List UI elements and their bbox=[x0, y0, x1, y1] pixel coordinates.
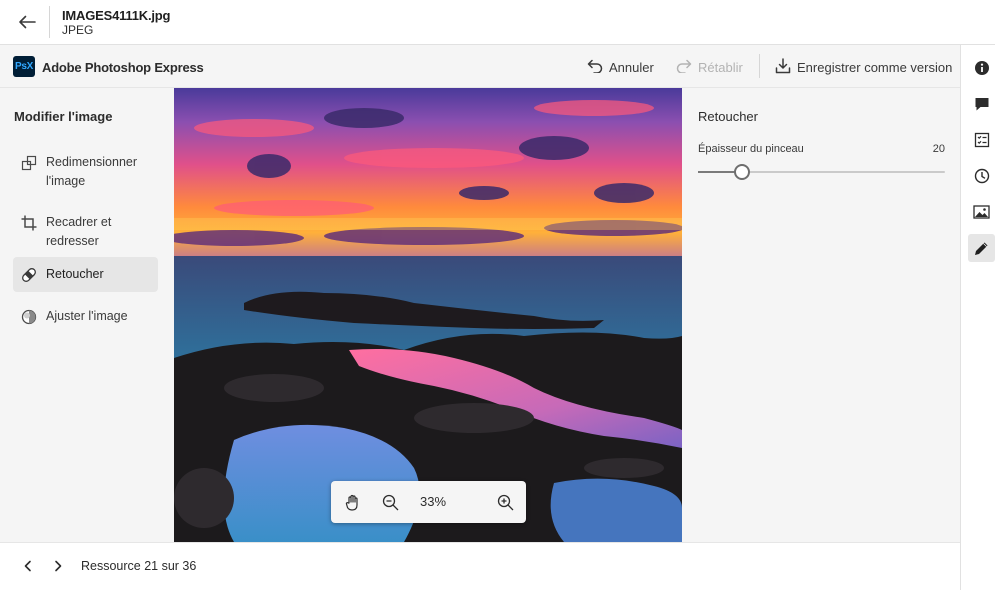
zoom-toolbar: 33% bbox=[331, 481, 526, 523]
previous-chevron-icon[interactable] bbox=[19, 557, 37, 575]
redo-label: Rétablir bbox=[698, 59, 743, 75]
tool-resize-label-1: Redimensionner bbox=[46, 155, 138, 169]
slider-thumb[interactable] bbox=[734, 164, 751, 180]
app-toolbar: PsX Adobe Photoshop Express Annuler Réta… bbox=[0, 45, 960, 88]
checklist-icon[interactable] bbox=[968, 126, 995, 154]
resource-counter: Ressource 21 sur 36 bbox=[81, 559, 197, 573]
undo-button[interactable]: Annuler bbox=[587, 57, 654, 77]
tool-adjust[interactable]: Ajuster l'image bbox=[13, 299, 158, 334]
tool-resize-label-2: l'image bbox=[46, 174, 86, 188]
file-name: IMAGES4111K.jpg bbox=[62, 8, 171, 23]
panel-title: Modifier l'image bbox=[14, 109, 113, 124]
right-rail bbox=[960, 45, 995, 590]
redo-button[interactable]: Rétablir bbox=[676, 57, 743, 77]
brush-size-value: 20 bbox=[932, 143, 945, 155]
properties-title: Retoucher bbox=[698, 109, 758, 124]
brush-size-slider[interactable] bbox=[698, 164, 945, 180]
undo-label: Annuler bbox=[609, 59, 654, 75]
brush-size-label: Épaisseur du pinceau bbox=[698, 143, 804, 155]
tool-adjust-label: Ajuster l'image bbox=[46, 309, 128, 323]
app-name: Adobe Photoshop Express bbox=[42, 60, 204, 75]
info-icon[interactable] bbox=[968, 54, 995, 82]
tool-retouch-label: Retoucher bbox=[46, 267, 104, 281]
tool-crop-label-2: redresser bbox=[46, 234, 99, 248]
history-icon[interactable] bbox=[968, 162, 995, 190]
footer-bar: Ressource 21 sur 36 bbox=[0, 542, 960, 590]
crop-icon bbox=[21, 215, 37, 231]
top-header: IMAGES4111K.jpg JPEG bbox=[0, 0, 995, 45]
adjust-icon bbox=[21, 309, 37, 325]
file-type: JPEG bbox=[62, 23, 94, 37]
header-divider bbox=[49, 6, 50, 38]
resize-icon bbox=[21, 155, 37, 171]
zoom-level: 33% bbox=[419, 494, 447, 509]
edit-tools-panel: Modifier l'image Redimensionner l'image … bbox=[0, 88, 174, 542]
properties-panel: Retoucher Épaisseur du pinceau 20 bbox=[682, 88, 960, 542]
bandage-icon bbox=[21, 267, 37, 283]
edit-pencil-icon[interactable] bbox=[968, 234, 995, 262]
tool-resize[interactable]: Redimensionner l'image bbox=[13, 145, 158, 199]
tool-crop-label-1: Recadrer et bbox=[46, 215, 112, 229]
comment-icon[interactable] bbox=[968, 90, 995, 118]
redo-icon bbox=[676, 59, 692, 76]
image-icon[interactable] bbox=[968, 198, 995, 226]
photoshop-express-logo: PsX bbox=[13, 56, 35, 77]
save-label: Enregistrer comme version bbox=[797, 59, 953, 75]
next-chevron-icon[interactable] bbox=[49, 557, 67, 575]
back-arrow-icon[interactable] bbox=[14, 10, 40, 34]
undo-icon bbox=[587, 59, 603, 76]
tool-retouch[interactable]: Retoucher bbox=[13, 257, 158, 292]
image-canvas[interactable]: 33% bbox=[174, 88, 682, 542]
zoom-in-icon[interactable] bbox=[495, 492, 515, 512]
tool-crop[interactable]: Recadrer et redresser bbox=[13, 205, 158, 259]
save-download-icon bbox=[775, 57, 791, 77]
zoom-out-icon[interactable] bbox=[380, 492, 400, 512]
save-as-version-button[interactable]: Enregistrer comme version bbox=[775, 57, 952, 77]
sunset-photo bbox=[174, 88, 682, 542]
hand-pan-icon[interactable] bbox=[343, 492, 363, 512]
toolbar-divider bbox=[759, 54, 760, 78]
